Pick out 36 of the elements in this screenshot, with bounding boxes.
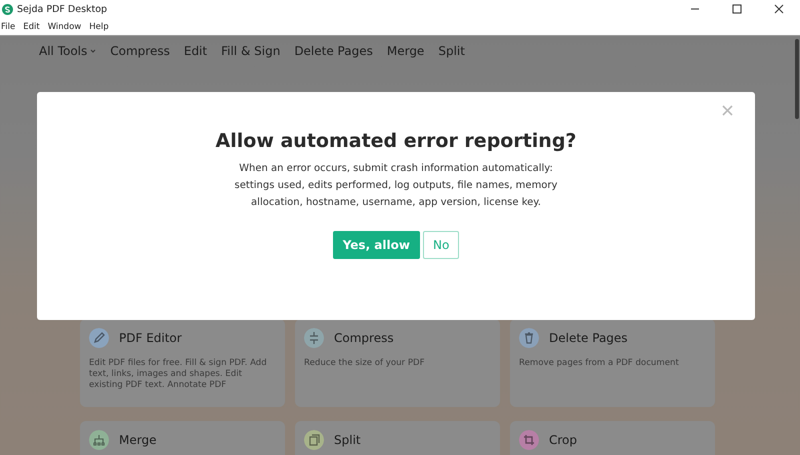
tool-card[interactable]: PDF Editor Edit PDF files for free. Fill & sign PDF. Add text, links, images and shapes. Edit existing PDF text. Annotate PDF: [80, 319, 285, 407]
menu-item[interactable]: File: [0, 22, 20, 32]
chevron-down-icon: [90, 48, 96, 54]
close-icon[interactable]: [774, 4, 784, 14]
dialog-title: Allow automated error reporting?: [214, 130, 578, 152]
tool-title: Merge: [119, 433, 156, 447]
tool-title: Split: [334, 433, 361, 447]
tool-description: Reduce the size of your PDF: [304, 358, 426, 369]
nav-link[interactable]: Merge: [386, 44, 424, 58]
allow-button[interactable]: Yes, allow: [332, 231, 420, 259]
nav-link[interactable]: Fill & Sign: [221, 44, 280, 58]
menu-item[interactable]: Window: [46, 22, 86, 32]
decline-button[interactable]: No: [422, 231, 460, 259]
dialog-message: When an error occurs, submit crash information automatically: settings used, edits performed, log outputs, file names, memory allocation, hostname, username, app version, license key.: [234, 162, 558, 210]
tool-title: Crop: [549, 433, 578, 447]
tool-title: PDF Editor: [119, 331, 182, 345]
tool-card[interactable]: Merge: [80, 421, 285, 455]
tool-description: Edit PDF files for free. Fill & sign PDF. Add text, links, images and shapes. Edit existing PDF text. Annotate PDF: [89, 358, 268, 391]
nav-link[interactable]: Split: [438, 44, 465, 58]
tool-card[interactable]: Crop: [510, 421, 715, 455]
menu-item[interactable]: Help: [88, 22, 113, 32]
tool-card[interactable]: Split: [295, 421, 500, 455]
tool-card[interactable]: Compress Reduce the size of your PDF: [295, 319, 500, 407]
maximize-icon[interactable]: [732, 4, 742, 14]
nav-link[interactable]: Compress: [110, 44, 170, 58]
window-title: Sejda PDF Desktop: [17, 4, 108, 14]
nav-link[interactable]: Delete Pages: [294, 44, 373, 58]
nav-link[interactable]: Edit: [184, 44, 208, 58]
app-logo-icon: [2, 4, 13, 14]
dropdown-menu[interactable]: All Tools: [39, 44, 96, 58]
tool-description: Remove pages from a PDF document: [519, 358, 680, 369]
tool-card[interactable]: Delete Pages Remove pages from a PDF document: [510, 319, 715, 407]
tool-title: Delete Pages: [549, 331, 628, 345]
menu-item[interactable]: Edit: [22, 22, 44, 32]
scrollbar[interactable]: [795, 39, 799, 119]
tool-title: Compress: [334, 331, 394, 345]
